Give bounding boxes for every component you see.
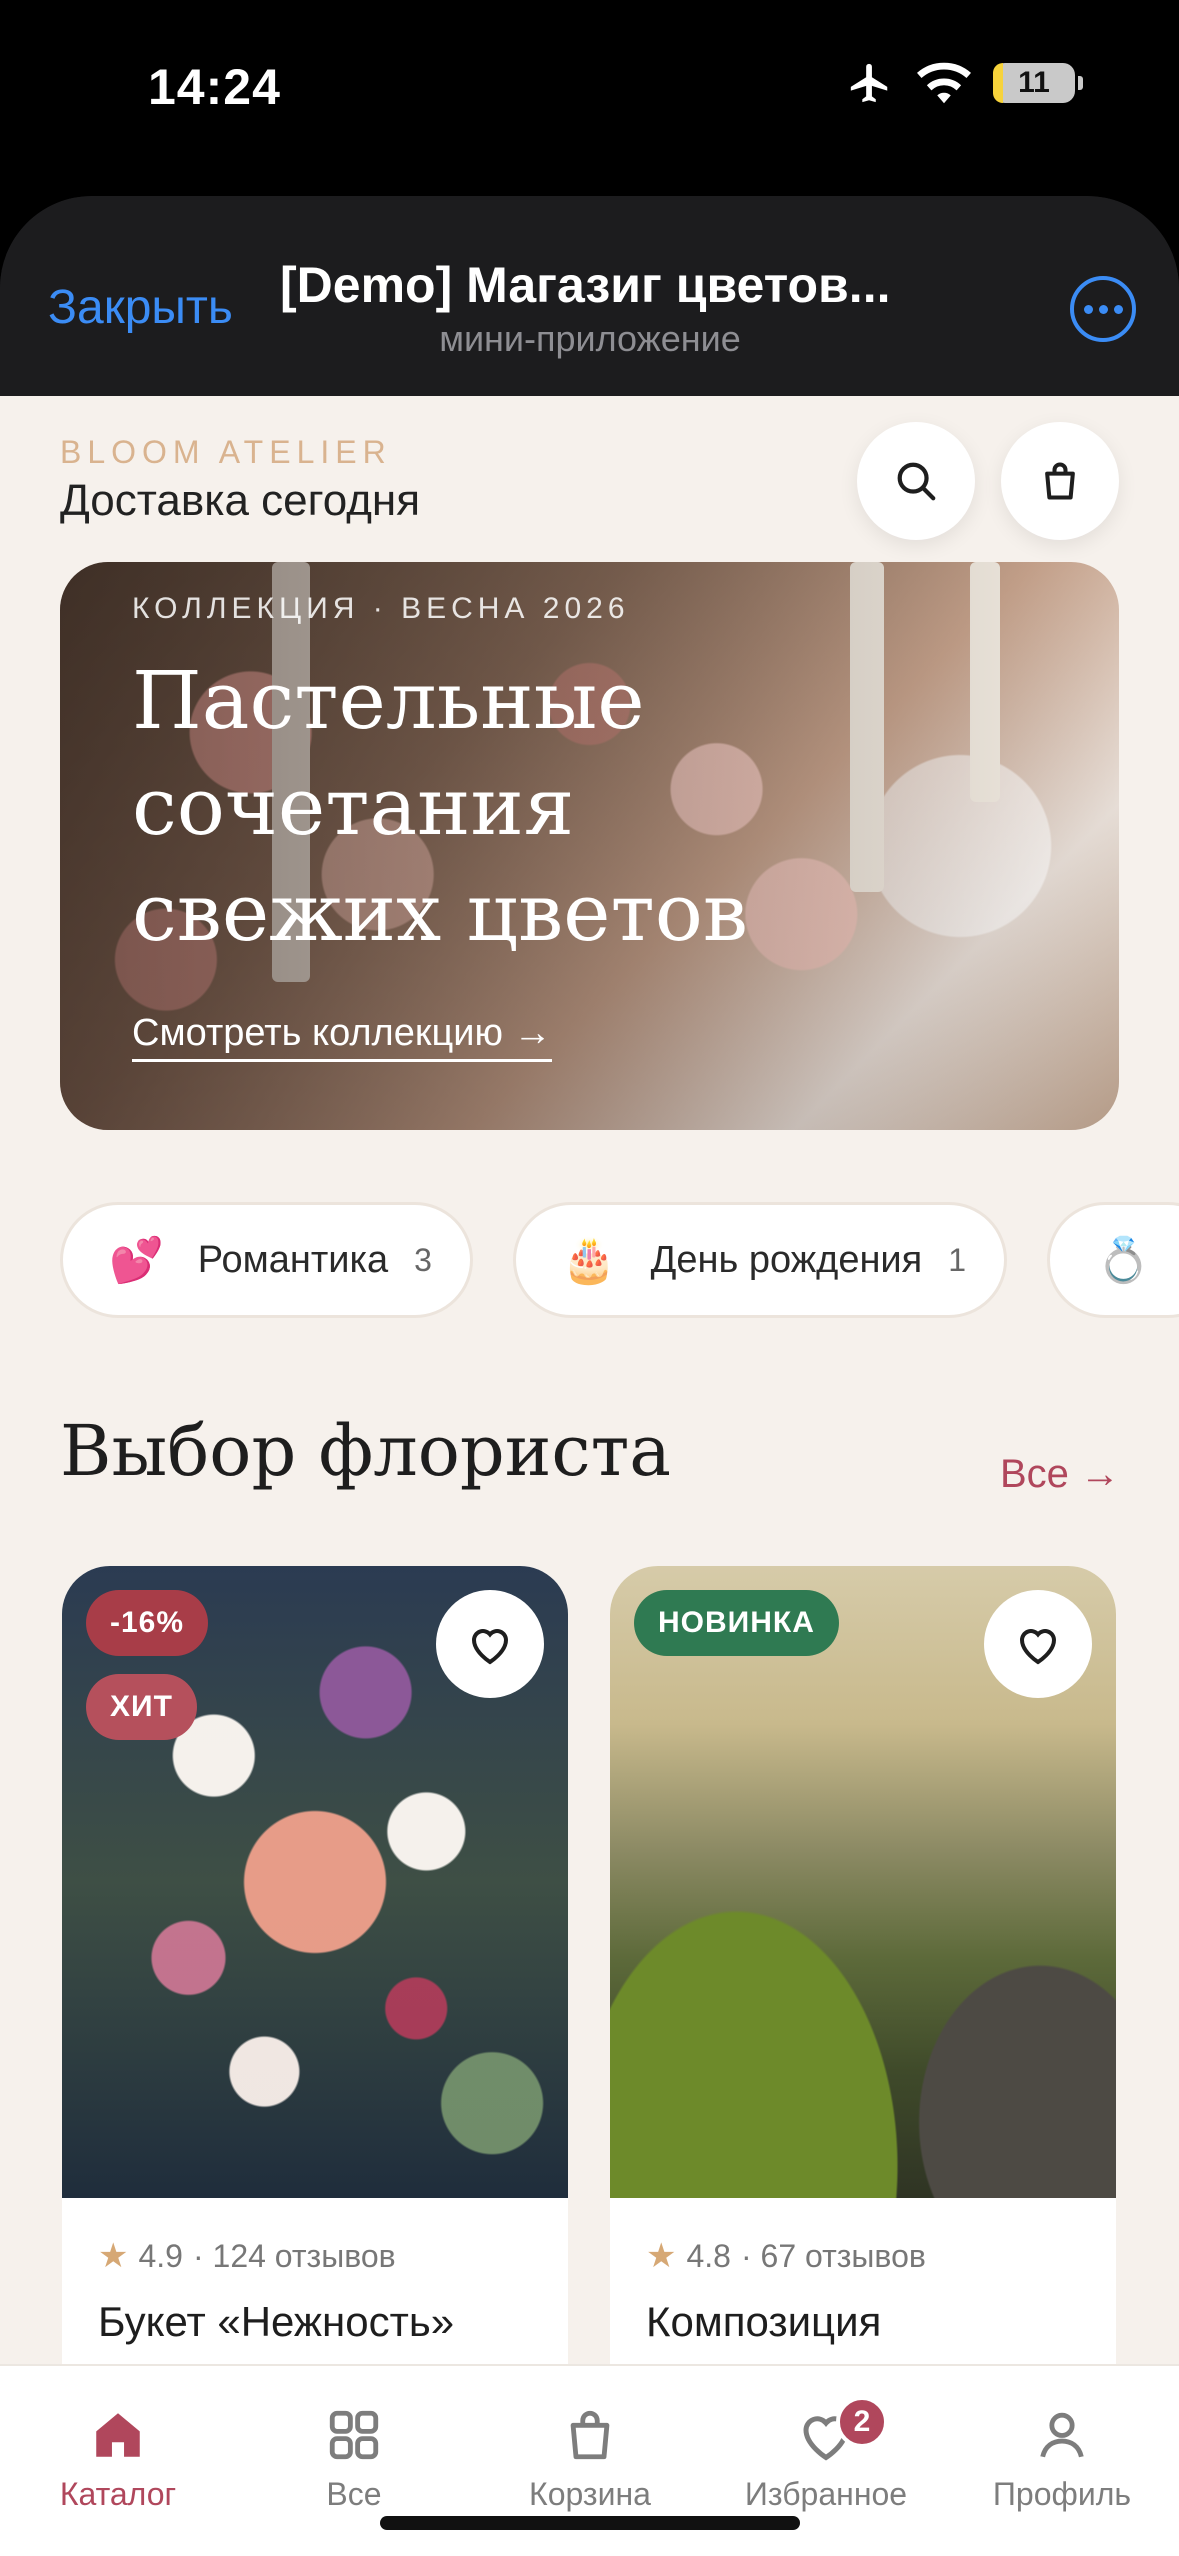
mini-app-sheet: Закрыть [Demo] Магазиг цветов... мини-пр… xyxy=(0,196,1179,2556)
grid-icon xyxy=(329,2410,379,2460)
favorites-count-badge: 2 xyxy=(836,2396,888,2448)
new-badge: НОВИНКА xyxy=(634,1590,839,1656)
product-rating: ★ 4.8 · 67 отзывов xyxy=(646,2236,926,2276)
chip-count: 3 xyxy=(414,1241,432,1278)
category-chips: 💕 Романтика 3 🎂 День рождения 1 💍 xyxy=(60,1202,1179,1322)
tab-catalog[interactable]: Каталог xyxy=(0,2366,236,2556)
hit-badge: ХИТ xyxy=(86,1674,197,1740)
chip-label: Романтика xyxy=(197,1238,389,1281)
rating-value: 4.8 xyxy=(686,2237,731,2274)
product-name: Букет «Нежность» xyxy=(98,2298,455,2345)
bag-icon xyxy=(570,2410,610,2460)
delivery-label: Доставка сегодня xyxy=(60,476,421,525)
category-chip-birthday[interactable]: 🎂 День рождения 1 xyxy=(512,1202,1008,1318)
app-content: BLOOM ATELIER Доставка сегодня КОЛЛЕКЦИЯ… xyxy=(0,396,1179,2556)
view-collection-link[interactable]: Смотреть коллекцию → xyxy=(132,1012,552,1062)
category-chip-wedding[interactable]: 💍 xyxy=(1047,1202,1179,1318)
tab-label: Все xyxy=(326,2476,382,2512)
star-icon: ★ xyxy=(98,2237,129,2275)
battery-level: 11 xyxy=(1018,66,1050,99)
screen: 14:24 11 Закрыть [Demo] Магазиг цветов..… xyxy=(0,0,1179,2556)
heart-outline-icon xyxy=(1019,1629,1057,1665)
sheet-title: [Demo] Магазиг цветов... xyxy=(280,257,891,313)
product-name: Композиция xyxy=(646,2298,882,2345)
ring-icon: 💍 xyxy=(1096,1236,1151,1285)
shopping-bag-icon xyxy=(1045,462,1075,500)
category-chip-romance[interactable]: 💕 Романтика 3 xyxy=(60,1202,473,1318)
tab-label: Профиль xyxy=(992,2476,1132,2512)
product-rating: ★ 4.9 · 124 отзывов xyxy=(98,2236,396,2276)
more-dot-icon xyxy=(1083,304,1093,314)
chip-count: 1 xyxy=(948,1241,967,1278)
more-options-button[interactable] xyxy=(1070,276,1136,342)
hero-title: Пастельные сочетания свежих цветов xyxy=(132,654,748,959)
heart-outline-icon xyxy=(471,1629,509,1665)
close-button[interactable]: Закрыть xyxy=(48,280,233,335)
chip-label: День рождения xyxy=(650,1238,923,1281)
favorite-button[interactable] xyxy=(436,1590,544,1698)
tab-profile[interactable]: Профиль xyxy=(944,2366,1179,2556)
rating-value: 4.9 xyxy=(138,2237,183,2274)
more-dot-icon xyxy=(1113,304,1123,314)
status-bar: 14:24 11 xyxy=(0,0,1179,170)
status-time: 14:24 xyxy=(148,59,281,115)
more-dot-icon xyxy=(1098,304,1108,314)
battery-indicator: 11 xyxy=(993,63,1083,103)
user-icon xyxy=(1040,2412,1084,2458)
sheet-subtitle: мини-приложение xyxy=(439,318,741,359)
airplane-icon xyxy=(850,63,888,103)
review-count: · 67 отзывов xyxy=(740,2237,926,2274)
star-icon: ★ xyxy=(646,2237,677,2275)
hero-banner[interactable]: КОЛЛЕКЦИЯ · ВЕСНА 2026 Пастельные сочета… xyxy=(60,562,1119,1130)
home-icon xyxy=(96,2413,140,2457)
search-icon xyxy=(897,462,936,501)
tab-label: Избранное xyxy=(744,2476,908,2512)
search-button[interactable] xyxy=(857,422,975,540)
tab-label: Каталог xyxy=(59,2476,177,2512)
review-count: · 124 отзывов xyxy=(192,2237,396,2274)
section-title: Выбор флориста xyxy=(60,1410,672,1492)
sheet-header: Закрыть [Demo] Магазиг цветов... мини-пр… xyxy=(0,196,1179,396)
cart-button[interactable] xyxy=(1001,422,1119,540)
see-all-link[interactable]: Все → xyxy=(1000,1452,1120,1497)
cake-icon: 🎂 xyxy=(561,1236,617,1285)
tab-label: Корзина xyxy=(529,2476,651,2512)
hearts-icon: 💕 xyxy=(109,1236,164,1285)
home-indicator xyxy=(380,2516,800,2530)
discount-badge: -16% xyxy=(86,1590,209,1656)
hero-kicker: КОЛЛЕКЦИЯ · ВЕСНА 2026 xyxy=(132,592,630,625)
status-icons: 11 xyxy=(845,60,1083,106)
brand-name: BLOOM ATELIER xyxy=(60,434,392,470)
wifi-icon xyxy=(917,62,971,104)
favorite-button[interactable] xyxy=(984,1590,1092,1698)
